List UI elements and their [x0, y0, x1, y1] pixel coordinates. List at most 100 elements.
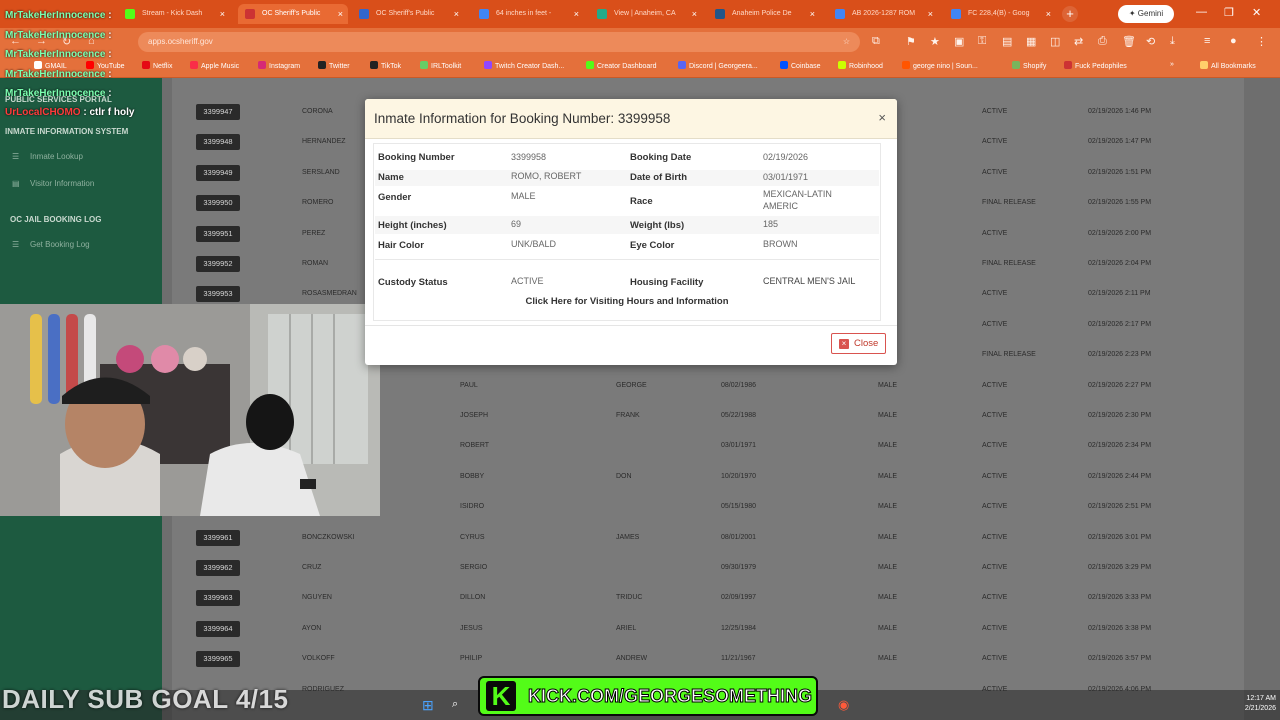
booking-number-button[interactable]: 3399965 [196, 651, 240, 668]
sidebar-item-get-booking-log[interactable]: ☰ Get Booking Log [12, 240, 90, 249]
cell-status: ACTIVE [982, 503, 1008, 511]
tab-close-icon[interactable]: × [574, 4, 579, 24]
menu-icon[interactable]: ≡ [1204, 35, 1210, 47]
extension-icon[interactable]: ⚑ [906, 35, 916, 48]
profile-icon[interactable]: ● [1230, 35, 1237, 47]
bookmark-item[interactable]: george nino | Soun... [902, 61, 978, 70]
browser-tab[interactable]: 64 inches in feet - × [472, 4, 584, 24]
modal-close-icon[interactable]: × [878, 110, 886, 125]
bookmark-item[interactable]: Discord | Georgeera... [678, 61, 758, 70]
bookmark-item[interactable]: IRLToolkit [420, 61, 461, 70]
cell-status: ACTIVE [982, 624, 1008, 632]
extension-icon[interactable]: ▣ [954, 35, 964, 48]
key-icon[interactable]: ⚿ [978, 35, 986, 48]
browser-tab[interactable]: Anaheim Police De × [708, 4, 820, 24]
search-icon[interactable]: ⌕ [452, 698, 458, 711]
translate-icon[interactable]: ⇄ [1074, 35, 1083, 48]
more-icon[interactable]: ⋮ [1256, 35, 1267, 48]
booking-number-button[interactable]: 3399961 [196, 529, 240, 546]
minimize-icon[interactable]: — [1196, 6, 1207, 18]
tab-close-icon[interactable]: × [338, 4, 343, 24]
bookmark-item[interactable]: Coinbase [780, 61, 821, 70]
bookmark-item[interactable]: Robinhood [838, 61, 883, 70]
bookmark-star-icon[interactable]: ☆ [843, 32, 850, 52]
all-bookmarks[interactable]: All Bookmarks [1200, 61, 1256, 70]
address-bar[interactable]: apps.ocsheriff.gov ☆ [138, 32, 860, 52]
browser-tab[interactable]: FC 228,4(B) - Goog × [944, 4, 1056, 24]
bookmark-item[interactable]: Twitter [318, 61, 350, 70]
new-tab-button[interactable]: + [1062, 6, 1078, 22]
booking-number-button[interactable]: 3399962 [196, 560, 240, 576]
system-clock[interactable]: 12:17 AM 2/21/2026 [1212, 694, 1276, 714]
cell-status: ACTIVE [982, 168, 1008, 176]
cell-middle: FRANK [616, 412, 640, 419]
tab-close-icon[interactable]: × [692, 4, 697, 24]
tab-close-icon[interactable]: × [810, 4, 815, 24]
close-window-icon[interactable]: ✕ [1252, 6, 1261, 19]
chat-text: : [108, 29, 112, 41]
tab-close-icon[interactable]: × [1046, 4, 1051, 24]
hair-color-label: Hair Color [378, 240, 424, 251]
table-row: 3399962 CRUZ SERGIO 09/30/1979 MALE ACTIVE 02/… [162, 553, 1280, 583]
visiting-hours-link[interactable]: Click Here for Visiting Hours and Inform… [374, 296, 880, 307]
cell-first: JOSEPH [460, 412, 489, 419]
tab-label: AB 2026-1287 ROM [852, 10, 916, 17]
sidebar-item-inmate-lookup[interactable]: ☰ Inmate Lookup [12, 152, 83, 161]
bookmark-item[interactable]: Apple Music [190, 61, 239, 70]
print-icon[interactable]: ⎙ [1098, 35, 1107, 48]
chat-text: : [108, 88, 112, 99]
cell-date: 02/19/2026 2:30 PM [1088, 412, 1152, 419]
bookmark-item[interactable]: Twitch Creator Dash... [484, 61, 564, 70]
bookmark-item[interactable]: Instagram [258, 61, 300, 70]
cell-first: ROBERT [460, 442, 490, 450]
booking-number-button[interactable]: 3399949 [196, 164, 240, 181]
browser-tab[interactable]: Stream - Kick Dash × [118, 4, 230, 24]
bookmark-item[interactable]: Netflix [142, 61, 172, 70]
table-row: 3399961 BONCZKOWSKI CYRUS JAMES 08/01/2001 MA… [162, 523, 1280, 553]
booking-number-button[interactable]: 3399963 [196, 590, 240, 607]
close-button[interactable]: × Close [831, 333, 886, 354]
tab-close-icon[interactable]: × [928, 4, 933, 24]
tab-favicon-icon [125, 9, 135, 19]
extension-icon[interactable]: ⧉ [872, 35, 880, 48]
cell-middle: JAMES [616, 533, 640, 541]
extension-icon[interactable]: ▤ [1002, 35, 1012, 48]
extension-icon[interactable]: ◫ [1050, 35, 1060, 48]
browser-tab[interactable]: OC Sheriff's Public × [238, 4, 348, 24]
booking-number-button[interactable]: 3399951 [196, 225, 240, 242]
extension-icon[interactable]: ▦ [1026, 35, 1036, 48]
tab-close-icon[interactable]: × [220, 4, 225, 24]
download-icon[interactable]: ⤓ [1170, 35, 1175, 48]
sidebar-item-visitor-information[interactable]: ▤ Visitor Information [12, 179, 94, 188]
chat-message: MrTakeHerInnocence : [5, 69, 112, 80]
bookmark-item[interactable]: Creator Dashboard [586, 61, 657, 70]
tab-favicon-icon [835, 9, 845, 19]
bookmark-favicon-icon [370, 61, 378, 69]
windows-start-icon[interactable]: ⊞ [422, 697, 434, 714]
booking-number-button[interactable]: 3399964 [196, 620, 240, 637]
weight-value: 185 [763, 219, 779, 229]
cell-dob: 03/01/1971 [721, 442, 757, 450]
browser-tab[interactable]: View | Anaheim, CA × [590, 4, 702, 24]
gemini-button[interactable]: ✦ Gemini [1118, 5, 1174, 23]
cell-status: ACTIVE [982, 108, 1008, 115]
bookmark-item[interactable]: TikTok [370, 61, 401, 70]
bookmark-item[interactable]: Shopify [1012, 61, 1046, 70]
booking-number-button[interactable]: 3399948 [196, 134, 240, 151]
maximize-icon[interactable]: ❐ [1224, 6, 1234, 19]
tab-close-icon[interactable]: × [454, 4, 459, 24]
browser-tab[interactable]: AB 2026-1287 ROM × [828, 4, 938, 24]
chat-message: MrTakeHerInnocence : [5, 49, 112, 60]
booking-number-button[interactable]: 3399950 [196, 195, 240, 212]
booking-number-button[interactable]: 3399953 [196, 286, 240, 303]
bookmark-item[interactable]: Fuck Pedophiles [1064, 61, 1127, 70]
extension-icon[interactable]: ★ [930, 35, 940, 48]
booking-number-button[interactable]: 3399947 [196, 104, 240, 120]
booking-number-button[interactable]: 3399952 [196, 256, 240, 272]
history-icon[interactable]: ⟲ [1146, 35, 1155, 48]
chevron-right-icon[interactable]: » [1170, 61, 1174, 68]
browser-tab[interactable]: OC Sheriff's Public × [352, 4, 464, 24]
cell-last: PEREZ [302, 229, 326, 237]
app-icon[interactable]: ◉ [838, 697, 849, 713]
trash-icon[interactable]: 🗑 [1122, 35, 1136, 48]
